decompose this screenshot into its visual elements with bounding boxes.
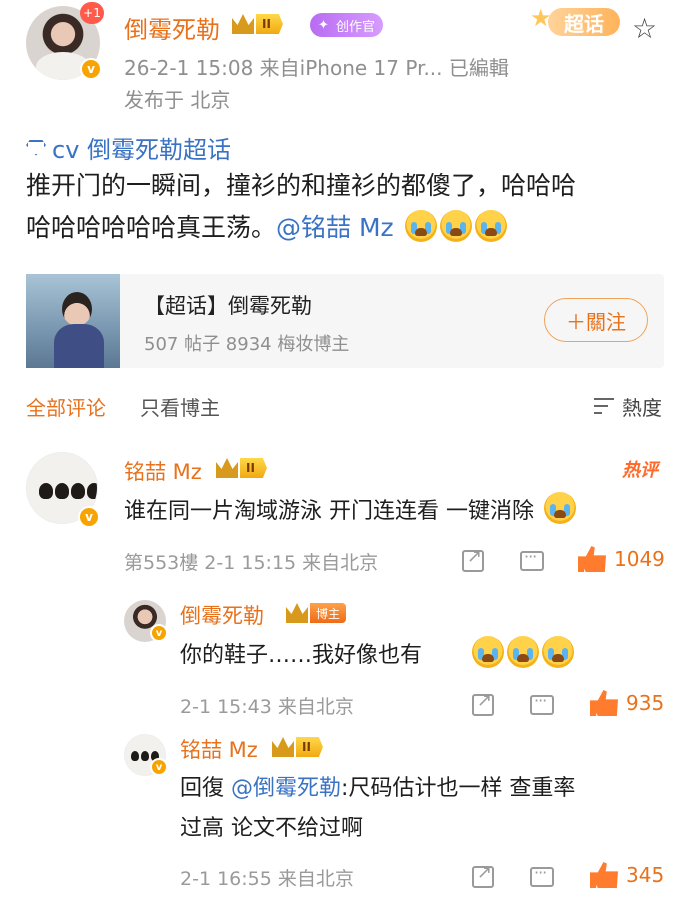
post-text-line2: 哈哈哈哈哈哈真王荡。@铭喆 Mz <box>26 208 507 248</box>
level-badge: II <box>216 456 267 480</box>
crying-emoji-icon <box>507 636 540 668</box>
verified-icon: v <box>78 506 100 528</box>
like-button[interactable]: 345 <box>590 862 664 888</box>
crown-icon <box>286 603 308 623</box>
like-button[interactable]: 935 <box>590 690 664 716</box>
crying-emoji-icon <box>439 210 472 242</box>
reply-meta: 2-1 16:55 来自北京 <box>180 868 354 890</box>
reply-text-line2: 过高 论文不给过啊 <box>180 816 363 841</box>
comment-icon[interactable] <box>520 547 544 571</box>
comment-text: 谁在同一片淘域游泳 开门连连看 一键消除 <box>124 492 576 531</box>
post-meta: 26-2-1 15:08 来自iPhone 17 Pr... 已編輯 <box>124 56 509 80</box>
crown-icon <box>216 458 238 478</box>
level-badge: II <box>232 12 283 36</box>
crown-icon <box>232 14 254 34</box>
blogger-badge: 博主 <box>286 602 347 624</box>
thumbs-up-icon <box>590 862 618 888</box>
super-topic-card[interactable]: 【超话】倒霉死勒 507 帖子 8934 梅妆博主 ＋關注 <box>26 274 664 368</box>
reply-author[interactable]: 铭喆 Mz <box>180 734 258 764</box>
crown-icon <box>272 737 294 757</box>
avatar-notification-badge: +1 <box>80 2 104 24</box>
crying-emoji-icon <box>542 636 575 668</box>
super-topic-badge[interactable]: ★ 超话 <box>528 4 620 40</box>
post-author-name[interactable]: 倒霉死勒 <box>124 10 220 45</box>
favorite-star-icon[interactable]: ☆ <box>632 12 657 45</box>
crying-emoji-icon <box>404 210 437 242</box>
comment-author[interactable]: 铭喆 Mz <box>124 456 202 486</box>
hot-comment-tag: 热评 <box>622 460 658 481</box>
comment-icon[interactable] <box>530 863 554 887</box>
level-badge: II <box>272 735 323 759</box>
reply-author[interactable]: 倒霉死勒 <box>180 600 264 630</box>
crying-emoji-icon <box>474 210 507 242</box>
diamond-icon <box>26 139 46 156</box>
card-stats: 507 帖子 8934 梅妆博主 <box>144 334 350 355</box>
upside-down-face-icon <box>544 492 576 524</box>
tab-blogger-only[interactable]: 只看博主 <box>140 392 220 421</box>
share-icon[interactable] <box>462 546 484 572</box>
mention-link[interactable]: @铭喆 Mz <box>276 213 394 242</box>
sort-icon[interactable] <box>594 396 616 416</box>
topic-link[interactable]: cv 倒霉死勒超话 <box>26 130 231 165</box>
topic-cover-image <box>26 274 120 368</box>
card-title: 【超话】倒霉死勒 <box>144 294 312 318</box>
sort-hotness[interactable]: 熱度 <box>622 392 662 421</box>
share-icon[interactable] <box>472 862 494 888</box>
verified-icon: v <box>150 624 168 642</box>
reply-meta: 2-1 15:43 来自北京 <box>180 696 354 718</box>
comment-icon[interactable] <box>530 691 554 715</box>
thumbs-up-icon <box>578 546 606 572</box>
like-button[interactable]: 1049 <box>578 546 665 572</box>
creator-badge: 创作官 <box>310 13 384 37</box>
thumbs-up-icon <box>590 690 618 716</box>
share-icon[interactable] <box>472 690 494 716</box>
verified-icon: v <box>150 758 168 776</box>
post-text-line1: 推开门的一瞬间，撞衫的和撞衫的都傻了，哈哈哈 <box>26 171 577 200</box>
reply-text-line1: 回復 @倒霉死勒:尺码估计也一样 查重率 <box>180 776 576 801</box>
comment-meta: 第553樓 2-1 15:15 来自北京 <box>124 552 379 574</box>
reply-text: 你的鞋子……我好像也有 <box>180 636 575 675</box>
tab-all-comments[interactable]: 全部评论 <box>26 392 106 421</box>
crying-emoji-icon <box>472 636 505 668</box>
verified-icon: v <box>80 58 102 80</box>
mention-link[interactable]: @倒霉死勒 <box>231 776 341 801</box>
post-location: 发布于 北京 <box>124 88 231 112</box>
follow-button[interactable]: ＋關注 <box>544 298 648 342</box>
